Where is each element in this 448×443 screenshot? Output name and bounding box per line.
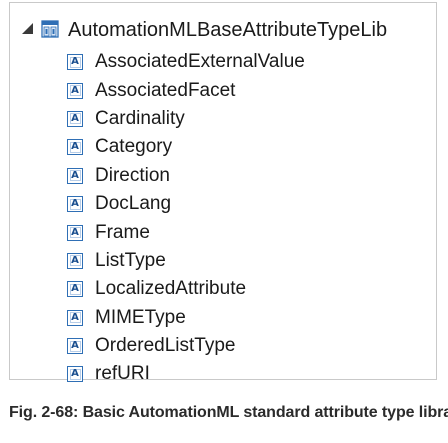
- attribute-type-icon-glyph: A: [71, 141, 79, 153]
- attribute-type-icon-glyph: A: [71, 311, 79, 323]
- attribute-type-icon: A: [67, 196, 83, 213]
- tree-node-attribute-type[interactable]: A MIMEType: [67, 304, 305, 332]
- attribute-type-icon: A: [67, 309, 83, 326]
- attribute-type-icon-glyph: A: [71, 368, 79, 380]
- attribute-type-icon: A: [67, 252, 83, 269]
- tree-node-attribute-type[interactable]: A ListType: [67, 247, 305, 275]
- attribute-type-icon-glyph: A: [71, 198, 79, 210]
- attribute-type-icon-glyph: A: [71, 84, 79, 96]
- expand-collapse-triangle-icon[interactable]: [22, 23, 33, 34]
- attribute-type-icon: A: [67, 54, 83, 71]
- tree-node-label: Frame: [95, 221, 150, 243]
- tree-node-attribute-type[interactable]: A LocalizedAttribute: [67, 275, 305, 303]
- attribute-type-icon: A: [67, 82, 83, 99]
- attribute-type-icon-glyph: A: [71, 340, 79, 352]
- attribute-type-icon: A: [67, 167, 83, 184]
- attribute-type-icon: A: [67, 338, 83, 355]
- attribute-type-icon-glyph: A: [71, 283, 79, 295]
- attribute-type-icon-glyph: A: [71, 112, 79, 124]
- tree-node-label: Direction: [95, 164, 170, 186]
- attribute-type-icon-glyph: A: [71, 226, 79, 238]
- tree-node-label: AssociatedExternalValue: [95, 51, 305, 73]
- tree-node-label: Category: [95, 136, 173, 158]
- attribute-type-icon-glyph: A: [71, 169, 79, 181]
- tree-view-panel: AutomationMLBaseAttributeTypeLib A Associ…: [9, 2, 437, 384]
- tree-node-attribute-type[interactable]: A DocLang: [67, 190, 305, 218]
- attribute-type-icon: A: [67, 110, 83, 127]
- tree-node-label: DocLang: [95, 193, 172, 215]
- attribute-type-library-icon: [41, 20, 59, 38]
- tree-node-label: LocalizedAttribute: [95, 278, 247, 300]
- tree-node-attribute-type[interactable]: A AssociatedFacet: [67, 76, 305, 104]
- attribute-type-icon: A: [67, 139, 83, 156]
- attribute-type-icon: A: [67, 366, 83, 383]
- tree-node-attribute-type[interactable]: A Direction: [67, 162, 305, 190]
- attribute-type-icon: A: [67, 224, 83, 241]
- tree-node-label: Cardinality: [95, 107, 185, 129]
- tree-node-label: OrderedListType: [95, 335, 236, 357]
- tree-node-attribute-type[interactable]: ArefURI: [67, 360, 305, 388]
- tree-node-attribute-type[interactable]: A Category: [67, 133, 305, 161]
- tree-node-attribute-type[interactable]: A Cardinality: [67, 105, 305, 133]
- tree-node-label: AssociatedFacet: [95, 79, 236, 101]
- tree-children-list: A AssociatedExternalValue A AssociatedFacet…: [67, 48, 305, 389]
- tree-node-attribute-type[interactable]: A AssociatedExternalValue: [67, 48, 305, 76]
- tree-node-label: ListType: [95, 249, 166, 271]
- attribute-type-icon-glyph: A: [71, 254, 79, 266]
- tree-node-label: MIMEType: [95, 306, 186, 328]
- figure-caption: Fig. 2-68: Basic AutomationML standard a…: [9, 404, 448, 421]
- tree-node-label: refURI: [95, 363, 150, 385]
- tree-node-attribute-type[interactable]: A OrderedListType: [67, 332, 305, 360]
- tree-node-attribute-type[interactable]: A Frame: [67, 218, 305, 246]
- tree-root-label: AutomationMLBaseAttributeTypeLib: [68, 19, 388, 41]
- attribute-type-icon: A: [67, 281, 83, 298]
- attribute-type-icon-glyph: A: [71, 56, 79, 68]
